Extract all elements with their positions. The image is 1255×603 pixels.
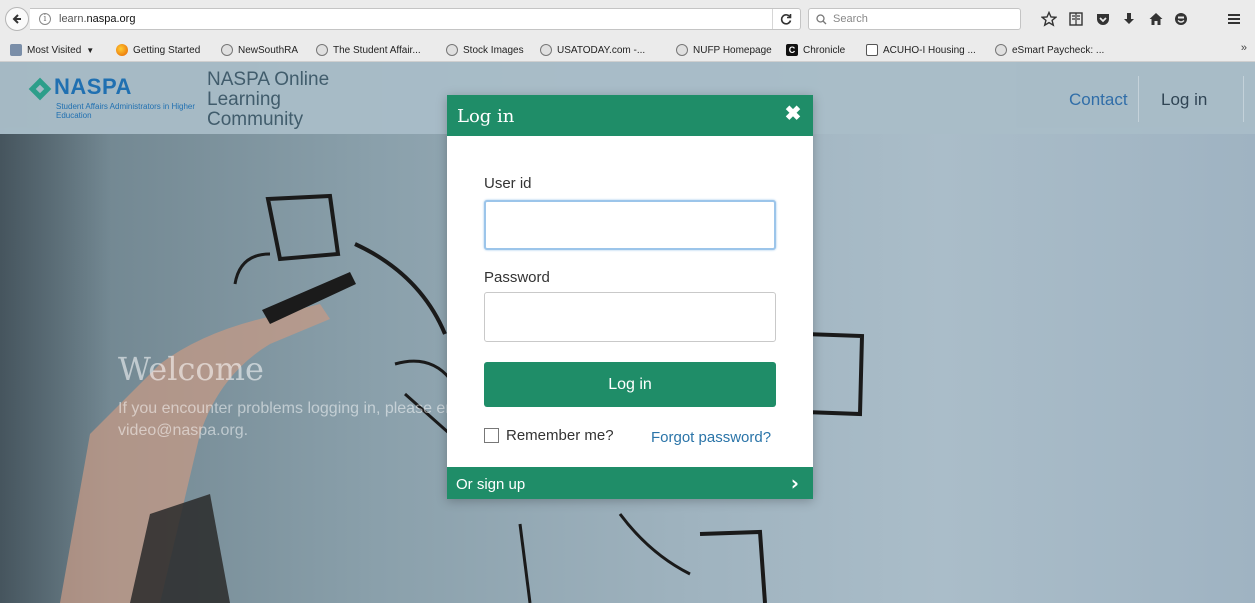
bookmark-label: NUFP Homepage bbox=[693, 44, 772, 56]
bookmark-label: Getting Started bbox=[133, 44, 201, 56]
signup-bar[interactable]: Or sign up › bbox=[447, 467, 813, 499]
bookmark-getting-started[interactable]: Getting Started bbox=[116, 43, 200, 57]
bookmarks-toolbar: Most Visited ▼ Getting Started NewSouthRA… bbox=[0, 38, 1255, 62]
search-bar[interactable]: Search bbox=[808, 8, 1021, 30]
remember-me-label: Remember me? bbox=[506, 427, 614, 444]
url-text[interactable]: learn.naspa.org bbox=[59, 13, 135, 25]
userid-input[interactable] bbox=[484, 200, 776, 250]
globe-icon bbox=[540, 44, 552, 56]
forgot-password-link[interactable]: Forgot password? bbox=[651, 429, 771, 446]
bookmark-esmart[interactable]: eSmart Paycheck: ... bbox=[995, 43, 1104, 57]
globe-icon bbox=[995, 44, 1007, 56]
globe-icon bbox=[446, 44, 458, 56]
bookmark-label: eSmart Paycheck: ... bbox=[1012, 44, 1105, 56]
signup-label: Or sign up bbox=[456, 476, 526, 493]
browser-window: i learn.naspa.org Search Most Visited ▼ … bbox=[0, 0, 1255, 603]
nav-divider bbox=[1243, 76, 1244, 122]
nav-divider bbox=[1138, 76, 1139, 122]
bookmark-chronicle[interactable]: C Chronicle bbox=[786, 43, 845, 57]
welcome-message: If you encounter problems logging in, pl… bbox=[118, 400, 475, 439]
back-button[interactable] bbox=[5, 7, 29, 31]
bookmark-student-affair[interactable]: The Student Affair... bbox=[316, 43, 421, 57]
logo-tagline: Student Affairs Administrators in Higher… bbox=[56, 102, 196, 120]
chevron-right-icon: › bbox=[790, 471, 799, 495]
acuho-icon bbox=[866, 44, 878, 56]
back-arrow-icon bbox=[12, 14, 21, 24]
url-domain: naspa.org bbox=[86, 13, 136, 25]
reload-icon[interactable] bbox=[772, 9, 798, 29]
naspa-diamond-icon bbox=[28, 77, 52, 101]
firefox-icon bbox=[116, 44, 128, 56]
search-icon bbox=[816, 13, 827, 24]
url-subdomain: learn. bbox=[59, 13, 87, 25]
url-bar[interactable]: i learn.naspa.org bbox=[30, 8, 801, 30]
bookmark-label: Stock Images bbox=[463, 44, 524, 56]
nav-contact-link[interactable]: Contact bbox=[1069, 90, 1128, 110]
modal-title: Log in bbox=[457, 106, 515, 127]
bookmark-label: The Student Affair... bbox=[333, 44, 421, 56]
bookmark-newsouthra[interactable]: NewSouthRA bbox=[221, 43, 298, 57]
globe-icon bbox=[676, 44, 688, 56]
home-icon[interactable] bbox=[1146, 9, 1166, 29]
password-label: Password bbox=[484, 269, 550, 286]
login-modal: Log in ✖ User id Password Log in Remembe… bbox=[447, 95, 813, 499]
login-button[interactable]: Log in bbox=[484, 362, 776, 407]
welcome-heading: Welcome bbox=[118, 350, 264, 388]
bookmark-label: NewSouthRA bbox=[238, 44, 299, 56]
globe-icon bbox=[316, 44, 328, 56]
bookmark-usatoday[interactable]: USATODAY.com -... bbox=[540, 43, 645, 57]
close-icon[interactable]: ✖ bbox=[783, 104, 803, 124]
bookmark-stock-images[interactable]: Stock Images bbox=[446, 43, 524, 57]
site-name[interactable]: NASPA Online Learning Community bbox=[207, 70, 357, 130]
bookmark-label: USATODAY.com -... bbox=[557, 44, 646, 56]
globe-icon bbox=[221, 44, 233, 56]
bookmark-label: ACUHO-I Housing ... bbox=[883, 44, 976, 56]
smiley-icon[interactable] bbox=[1171, 9, 1191, 29]
navigation-toolbar: i learn.naspa.org Search bbox=[0, 0, 1255, 38]
remember-me[interactable]: Remember me? bbox=[484, 427, 614, 444]
remember-me-checkbox[interactable] bbox=[484, 428, 499, 443]
bookmark-most-visited[interactable]: Most Visited ▼ bbox=[10, 43, 94, 57]
chronicle-icon: C bbox=[786, 44, 798, 56]
bookmark-acuho[interactable]: ACUHO-I Housing ... bbox=[866, 43, 976, 57]
star-bookmark-icon[interactable] bbox=[1039, 9, 1059, 29]
search-placeholder: Search bbox=[833, 13, 868, 25]
password-input[interactable] bbox=[484, 292, 776, 342]
folder-icon bbox=[10, 44, 22, 56]
bookmarks-overflow-icon[interactable]: » bbox=[1241, 42, 1247, 54]
nav-login-link[interactable]: Log in bbox=[1161, 90, 1207, 110]
pocket-icon[interactable] bbox=[1093, 9, 1113, 29]
bookmark-nufp[interactable]: NUFP Homepage bbox=[676, 43, 772, 57]
chevron-down-icon: ▼ bbox=[86, 45, 95, 55]
bookmark-label: Most Visited bbox=[27, 44, 82, 56]
userid-label: User id bbox=[484, 175, 532, 192]
reading-list-icon[interactable] bbox=[1066, 9, 1086, 29]
download-icon[interactable] bbox=[1119, 9, 1139, 29]
modal-header: Log in ✖ bbox=[447, 95, 813, 136]
hamburger-menu-icon[interactable] bbox=[1224, 9, 1244, 29]
info-icon[interactable]: i bbox=[39, 13, 51, 25]
logo-wordmark: NASPA bbox=[54, 74, 132, 99]
bookmark-label: Chronicle bbox=[803, 44, 846, 56]
